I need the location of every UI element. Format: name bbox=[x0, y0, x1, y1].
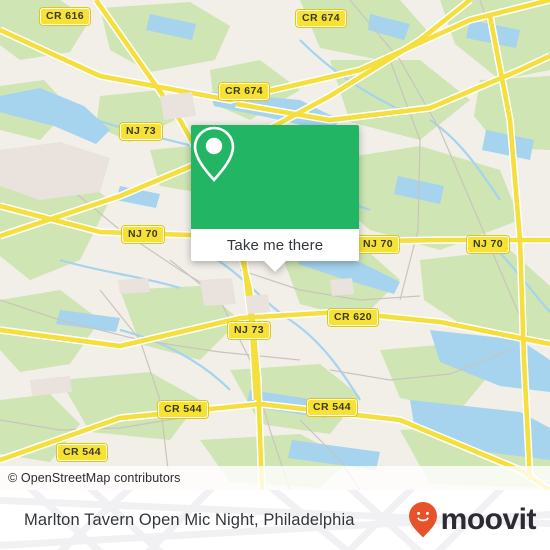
moovit-map-page: CR 616 CR 674 CR 674 NJ 73 NJ 70 NJ 70 N… bbox=[0, 0, 550, 550]
road-shield: CR 616 bbox=[38, 7, 92, 26]
road-shield: CR 620 bbox=[326, 308, 380, 327]
moovit-logo[interactable]: moovit bbox=[408, 490, 537, 550]
moovit-smiley-pin-icon bbox=[408, 502, 437, 538]
page-footer: Marlton Tavern Open Mic Night, Philadelp… bbox=[0, 490, 550, 550]
road-shield: NJ 73 bbox=[226, 321, 272, 340]
attribution-text: © OpenStreetMap contributors bbox=[8, 471, 181, 485]
moovit-wordmark: moovit bbox=[440, 503, 537, 536]
map-canvas[interactable]: CR 616 CR 674 CR 674 NJ 73 NJ 70 NJ 70 N… bbox=[0, 0, 550, 490]
location-popup[interactable]: Take me there bbox=[191, 125, 359, 272]
road-shield: CR 544 bbox=[55, 443, 109, 462]
road-shield: CR 674 bbox=[217, 82, 271, 101]
map-attribution: © OpenStreetMap contributors bbox=[0, 466, 550, 490]
road-shield: NJ 70 bbox=[465, 235, 511, 254]
popup-header bbox=[191, 125, 359, 229]
road-shield: CR 544 bbox=[305, 398, 359, 417]
road-shield: NJ 70 bbox=[355, 235, 401, 254]
road-shield: NJ 73 bbox=[118, 122, 164, 141]
road-shield: CR 544 bbox=[156, 400, 210, 419]
page-title: Marlton Tavern Open Mic Night, Philadelp… bbox=[24, 510, 355, 529]
popup-tail bbox=[264, 261, 286, 272]
road-shield: NJ 70 bbox=[120, 225, 166, 244]
road-shield: CR 674 bbox=[294, 9, 348, 28]
popup-footer[interactable]: Take me there bbox=[191, 229, 359, 272]
map-pin-icon bbox=[193, 126, 235, 182]
take-me-there-label: Take me there bbox=[226, 236, 324, 254]
